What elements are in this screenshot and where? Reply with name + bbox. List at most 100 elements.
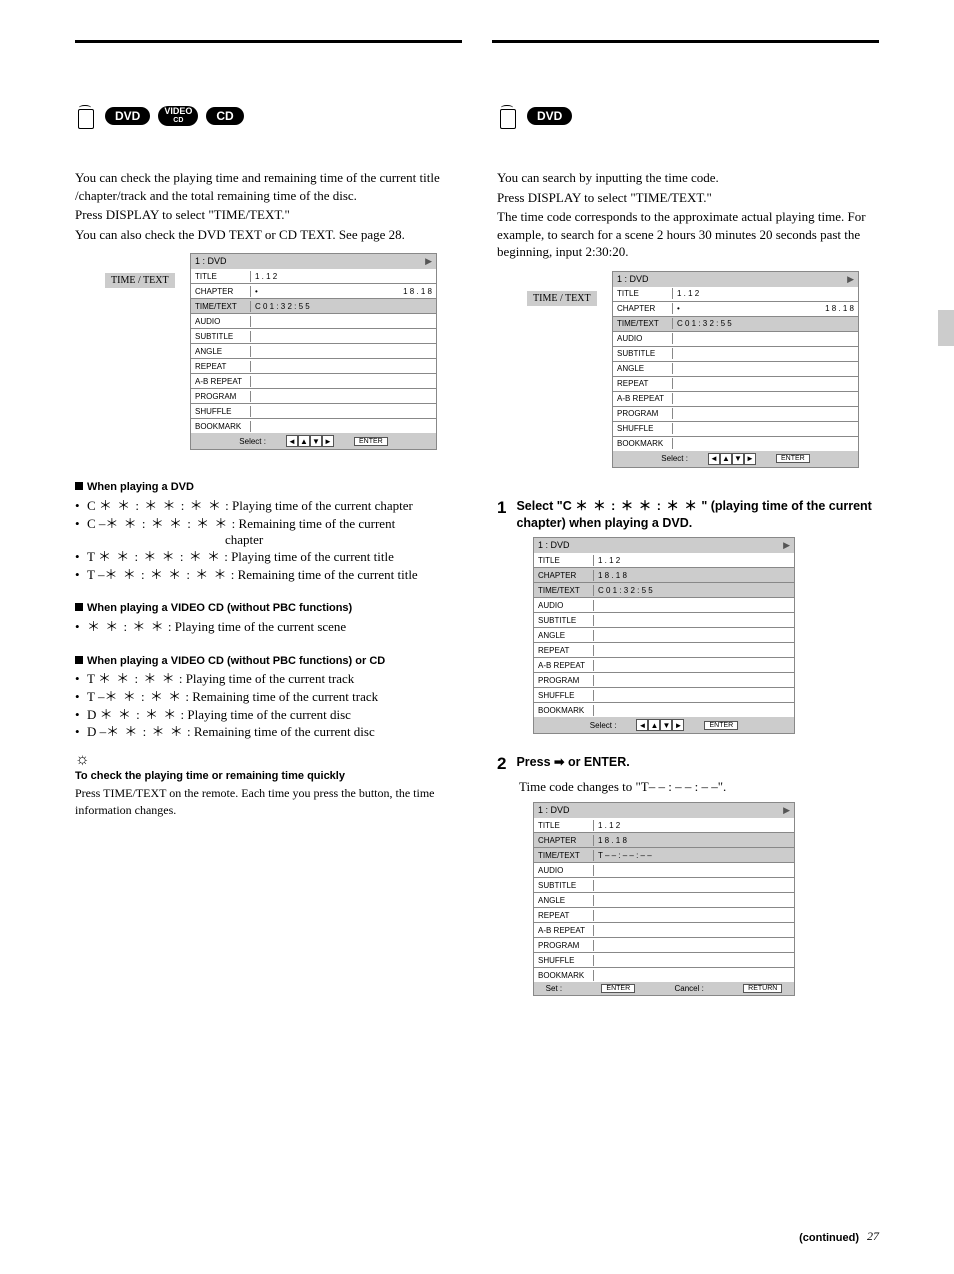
panel-tag: TIME / TEXT [105,273,175,288]
panel-row: CHAPTER1 8 . 1 8 [534,568,794,583]
step-text: Select "C ＊ ＊ : ＊ ＊ : ＊ ＊ " (playing tim… [516,498,879,532]
remote-icon [497,103,519,129]
panel-row: TIME/TEXTT – – : – – : – – [534,848,794,863]
continued-label: (continued) [799,1232,859,1244]
osd-panel-step2: 1 : DVD ▶ TITLE1 . 1 2CHAPTER1 8 . 1 8TI… [533,802,795,996]
panel-row: A-B REPEAT [534,658,794,673]
panel-row: ANGLE [191,344,436,359]
tip-icon: ☼ [75,751,457,769]
arrow-keys-icon: ◄▲▼► [286,435,334,447]
play-icon: ▶ [425,256,432,267]
list-item: T ＊ ＊ : ＊ ＊ : Playing time of the curren… [75,670,457,688]
step-number: 1 [497,498,506,518]
panel-row: TIME/TEXTC 0 1 : 3 2 : 5 5 [613,317,858,332]
list-item: T –＊ ＊ : ＊ ＊ : ＊ ＊ : Remaining time of t… [75,566,457,584]
panel-row: REPEAT [613,377,858,392]
return-key-icon: RETURN [743,984,782,993]
enter-key-icon: ENTER [601,984,635,993]
panel-row: PROGRAM [613,407,858,422]
step-number: 2 [497,754,506,774]
list-item: D ＊ ＊ : ＊ ＊ : Playing time of the curren… [75,706,457,724]
left-column: DVD VIDEOCD CD You can check the playing… [75,103,457,1016]
intro-text: You can also check the DVD TEXT or CD TE… [75,226,457,244]
panel-row: BOOKMARK [534,703,794,717]
panel-row: SUBTITLE [534,613,794,628]
panel-disc: 1 : DVD [617,274,649,285]
arrow-keys-icon: ◄▲▼► [636,719,684,731]
panel-row: ANGLE [534,628,794,643]
section-heading: When playing a DVD [75,480,457,495]
panel-row: SUBTITLE [191,329,436,344]
badge-video-cd: VIDEOCD [158,106,198,126]
panel-row: ANGLE [613,362,858,377]
intro-text: The time code corresponds to the approxi… [497,208,879,261]
panel-row: PROGRAM [534,938,794,953]
panel-row: CHAPTER•1 8 . 1 8 [191,284,436,299]
foot-select: Select : [590,721,617,730]
foot-set: Set : [546,984,562,993]
enter-key-icon: ENTER [704,721,738,730]
intro-text: You can search by inputting the time cod… [497,169,879,187]
intro-text: Press DISPLAY to select "TIME/TEXT." [75,206,457,224]
list-item: T –＊ ＊ : ＊ ＊ : Remaining time of the cur… [75,688,457,706]
list-item: D –＊ ＊ : ＊ ＊ : Remaining time of the cur… [75,723,457,741]
panel-row: TITLE1 . 1 2 [534,553,794,568]
enter-key-icon: ENTER [776,454,810,463]
panel-row: TITLE1 . 1 2 [534,818,794,833]
panel-row: SHUFFLE [534,953,794,968]
panel-row: AUDIO [613,332,858,347]
tip-body: Press TIME/TEXT on the remote. Each time… [75,785,457,817]
step-text: Press ➡ or ENTER. [516,754,629,771]
panel-row: REPEAT [191,359,436,374]
play-icon: ▶ [847,274,854,285]
list-item: C –＊ ＊ : ＊ ＊ : ＊ ＊ : Remaining time of t… [75,515,457,533]
panel-row: A-B REPEAT [534,923,794,938]
panel-tag: TIME / TEXT [527,291,597,306]
panel-row: TIME/TEXTC 0 1 : 3 2 : 5 5 [534,583,794,598]
top-rule [75,40,879,43]
side-tab [938,310,954,346]
foot-cancel: Cancel : [674,984,703,993]
tip-heading: To check the playing time or remaining t… [75,769,457,784]
panel-row: SHUFFLE [534,688,794,703]
badge-dvd: DVD [105,107,150,125]
panel-row: BOOKMARK [613,437,858,451]
panel-row: ANGLE [534,893,794,908]
panel-row: AUDIO [534,598,794,613]
osd-panel-right: TIME / TEXT 1 : DVD ▶ TITLE1 . 1 2CHAPTE… [517,271,859,468]
section-heading: When playing a VIDEO CD (without PBC fun… [75,654,457,669]
play-icon: ▶ [783,540,790,551]
foot-select: Select : [239,437,266,446]
panel-row: AUDIO [534,863,794,878]
badge-cd: CD [206,107,243,125]
panel-disc: 1 : DVD [195,256,227,267]
list-item: ＊ ＊ : ＊ ＊ : Playing time of the current … [75,618,457,636]
panel-row: SUBTITLE [613,347,858,362]
remote-icon [75,103,97,129]
play-icon: ▶ [783,805,790,816]
step-subtext: Time code changes to "T– – : – – : – –". [519,778,879,796]
osd-panel-step1: 1 : DVD ▶ TITLE1 . 1 2CHAPTER1 8 . 1 8TI… [533,537,795,734]
panel-row: CHAPTER•1 8 . 1 8 [613,302,858,317]
list-item: T ＊ ＊ : ＊ ＊ : ＊ ＊ : Playing time of the … [75,548,457,566]
panel-row: A-B REPEAT [191,374,436,389]
osd-panel-left: TIME / TEXT 1 : DVD ▶ TITLE1 . 1 2CHAPTE… [95,253,437,450]
intro-text: You can check the playing time and remai… [75,169,457,204]
panel-row: PROGRAM [534,673,794,688]
panel-row: TITLE1 . 1 2 [613,287,858,302]
panel-row: REPEAT [534,908,794,923]
panel-row: PROGRAM [191,389,436,404]
foot-select: Select : [661,454,688,463]
list-item: C ＊ ＊ : ＊ ＊ : ＊ ＊ : Playing time of the … [75,497,457,515]
panel-disc: 1 : DVD [538,540,570,551]
panel-row: REPEAT [534,643,794,658]
panel-row: CHAPTER1 8 . 1 8 [534,833,794,848]
page-number: 27 [867,1229,879,1244]
arrow-keys-icon: ◄▲▼► [708,453,756,465]
panel-disc: 1 : DVD [538,805,570,816]
panel-row: TITLE1 . 1 2 [191,269,436,284]
right-column: DVD You can search by inputting the time… [497,103,879,1016]
panel-row: SHUFFLE [613,422,858,437]
intro-text: Press DISPLAY to select "TIME/TEXT." [497,189,879,207]
panel-row: SHUFFLE [191,404,436,419]
